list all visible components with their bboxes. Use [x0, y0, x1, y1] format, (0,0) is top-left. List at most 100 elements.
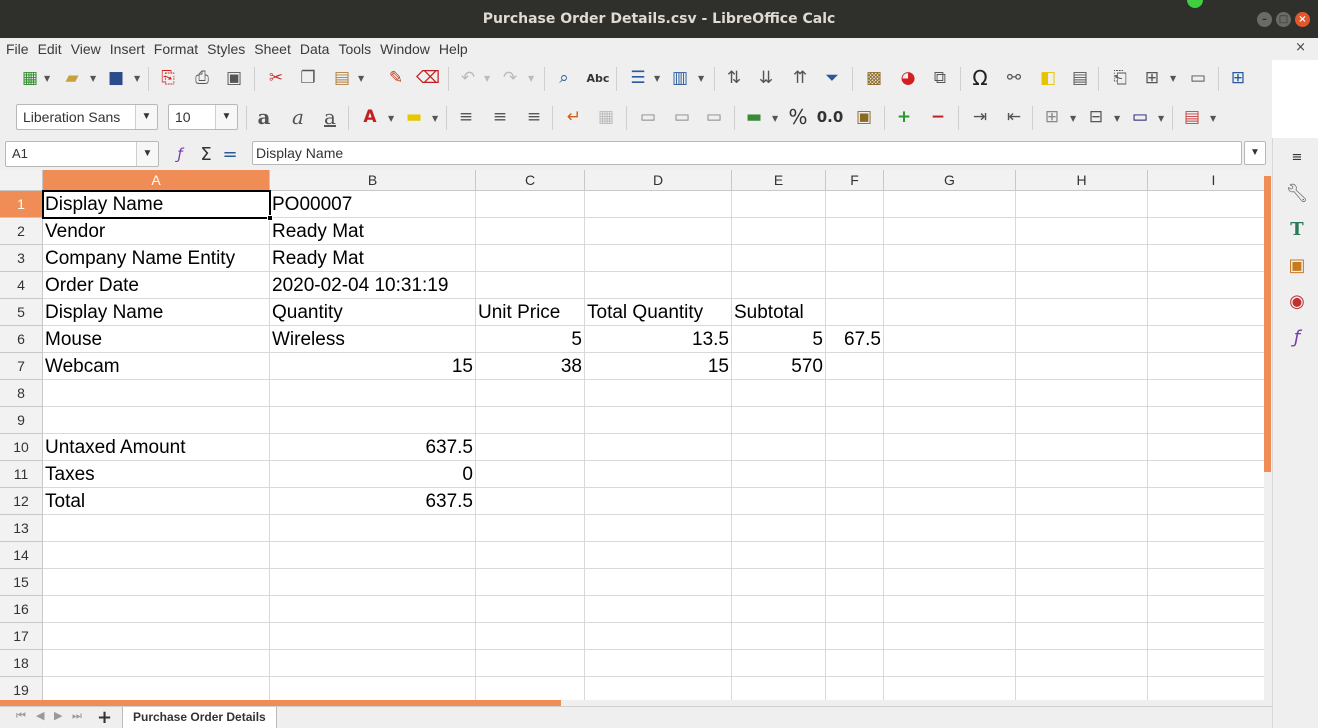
- cell-d13[interactable]: [585, 515, 732, 542]
- row-header-8[interactable]: 8: [0, 380, 43, 407]
- cell-h10[interactable]: [1016, 434, 1148, 461]
- cell-g18[interactable]: [884, 650, 1016, 677]
- cell-i16[interactable]: [1148, 596, 1264, 623]
- decrease-indent-icon[interactable]: ⇤: [1002, 105, 1026, 129]
- paste-icon[interactable]: ▤: [330, 66, 354, 90]
- cell-c13[interactable]: [476, 515, 585, 542]
- cell-f14[interactable]: [826, 542, 884, 569]
- cell-b1[interactable]: PO00007: [270, 191, 476, 218]
- cell-b17[interactable]: [270, 623, 476, 650]
- cell-f13[interactable]: [826, 515, 884, 542]
- cell-c6[interactable]: 5: [476, 326, 585, 353]
- delete-decimal-place-icon[interactable]: −: [926, 105, 950, 129]
- menu-sheet[interactable]: Sheet: [253, 41, 292, 57]
- cell-b15[interactable]: [270, 569, 476, 596]
- cell-g11[interactable]: [884, 461, 1016, 488]
- cell-e5[interactable]: Subtotal: [732, 299, 826, 326]
- cell-b10[interactable]: 637.5: [270, 434, 476, 461]
- row-header-17[interactable]: 17: [0, 623, 43, 650]
- cell-e4[interactable]: [732, 272, 826, 299]
- cell-i15[interactable]: [1148, 569, 1264, 596]
- cell-a11[interactable]: Taxes: [43, 461, 270, 488]
- bold-icon[interactable]: a: [252, 105, 276, 129]
- cell-i14[interactable]: [1148, 542, 1264, 569]
- cell-i7[interactable]: [1148, 353, 1264, 380]
- spelling-icon[interactable]: Abc: [586, 66, 610, 90]
- redo-icon[interactable]: ↷: [498, 66, 522, 90]
- clear-formatting-icon[interactable]: ⌫: [416, 66, 440, 90]
- cell-a15[interactable]: [43, 569, 270, 596]
- new-document-icon[interactable]: ▦: [18, 66, 42, 90]
- cell-a4[interactable]: Order Date: [43, 272, 270, 299]
- cell-d16[interactable]: [585, 596, 732, 623]
- navigator-compass-icon[interactable]: ◉: [1285, 290, 1309, 314]
- insert-image-icon[interactable]: ▩: [862, 66, 886, 90]
- cell-i17[interactable]: [1148, 623, 1264, 650]
- cell-i11[interactable]: [1148, 461, 1264, 488]
- save-icon[interactable]: ■: [104, 66, 128, 90]
- menu-view[interactable]: View: [70, 41, 102, 57]
- cell-a14[interactable]: [43, 542, 270, 569]
- cell-f8[interactable]: [826, 380, 884, 407]
- next-sheet-icon[interactable]: ▶: [54, 709, 62, 722]
- export-pdf-icon[interactable]: ⎘: [156, 66, 180, 90]
- cell-h17[interactable]: [1016, 623, 1148, 650]
- cell-h8[interactable]: [1016, 380, 1148, 407]
- cell-i8[interactable]: [1148, 380, 1264, 407]
- row-header-10[interactable]: 10: [0, 434, 43, 461]
- border-style-icon[interactable]: ⊟: [1084, 105, 1108, 129]
- special-character-icon[interactable]: Ω: [968, 66, 992, 90]
- cell-b6[interactable]: Wireless: [270, 326, 476, 353]
- split-window-icon[interactable]: ▭: [1186, 66, 1210, 90]
- cell-d7[interactable]: 15: [585, 353, 732, 380]
- increase-indent-icon[interactable]: ⇥: [968, 105, 992, 129]
- row-header-7[interactable]: 7: [0, 353, 43, 380]
- row-header-4[interactable]: 4: [0, 272, 43, 299]
- cell-b5[interactable]: Quantity: [270, 299, 476, 326]
- cell-d14[interactable]: [585, 542, 732, 569]
- column-header-d[interactable]: D: [585, 170, 732, 191]
- comment-icon[interactable]: ◧: [1036, 66, 1060, 90]
- cell-b8[interactable]: [270, 380, 476, 407]
- cell-b19[interactable]: [270, 677, 476, 700]
- row-header-9[interactable]: 9: [0, 407, 43, 434]
- cell-d15[interactable]: [585, 569, 732, 596]
- cell-b4[interactable]: 2020-02-04 10:31:19: [270, 272, 476, 299]
- cell-h18[interactable]: [1016, 650, 1148, 677]
- cell-h5[interactable]: [1016, 299, 1148, 326]
- cell-i5[interactable]: [1148, 299, 1264, 326]
- cell-c16[interactable]: [476, 596, 585, 623]
- row-header-19[interactable]: 19: [0, 677, 43, 700]
- cell-a5[interactable]: Display Name: [43, 299, 270, 326]
- underline-icon[interactable]: a: [318, 105, 342, 129]
- wrap-text-icon[interactable]: ↵: [562, 105, 586, 129]
- menu-tools[interactable]: Tools: [337, 41, 372, 57]
- font-name-combo[interactable]: Liberation Sans ▼: [16, 104, 158, 130]
- cell-e1[interactable]: [732, 191, 826, 218]
- cell-b13[interactable]: [270, 515, 476, 542]
- cell-i10[interactable]: [1148, 434, 1264, 461]
- column-header-f[interactable]: F: [826, 170, 884, 191]
- cell-h2[interactable]: [1016, 218, 1148, 245]
- italic-icon[interactable]: a: [286, 105, 310, 129]
- add-decimal-place-icon[interactable]: +: [892, 105, 916, 129]
- define-print-area-icon[interactable]: ⎗: [1108, 66, 1132, 90]
- cell-h14[interactable]: [1016, 542, 1148, 569]
- row-header-2[interactable]: 2: [0, 218, 43, 245]
- cell-g19[interactable]: [884, 677, 1016, 700]
- cell-g16[interactable]: [884, 596, 1016, 623]
- properties-wrench-icon[interactable]: 🔧︎: [1285, 182, 1309, 206]
- cell-c5[interactable]: Unit Price: [476, 299, 585, 326]
- align-top-icon[interactable]: ▭: [636, 105, 660, 129]
- first-sheet-icon[interactable]: ⏮: [16, 709, 26, 723]
- functions-icon[interactable]: ƒ: [1285, 326, 1309, 350]
- cell-c15[interactable]: [476, 569, 585, 596]
- cell-e19[interactable]: [732, 677, 826, 700]
- cell-i1[interactable]: [1148, 191, 1264, 218]
- cell-c3[interactable]: [476, 245, 585, 272]
- cell-e6[interactable]: 5: [732, 326, 826, 353]
- column-header-i[interactable]: I: [1148, 170, 1264, 191]
- hyperlink-icon[interactable]: ⚯: [1002, 66, 1026, 90]
- cell-h15[interactable]: [1016, 569, 1148, 596]
- cell-f6[interactable]: 67.5: [826, 326, 884, 353]
